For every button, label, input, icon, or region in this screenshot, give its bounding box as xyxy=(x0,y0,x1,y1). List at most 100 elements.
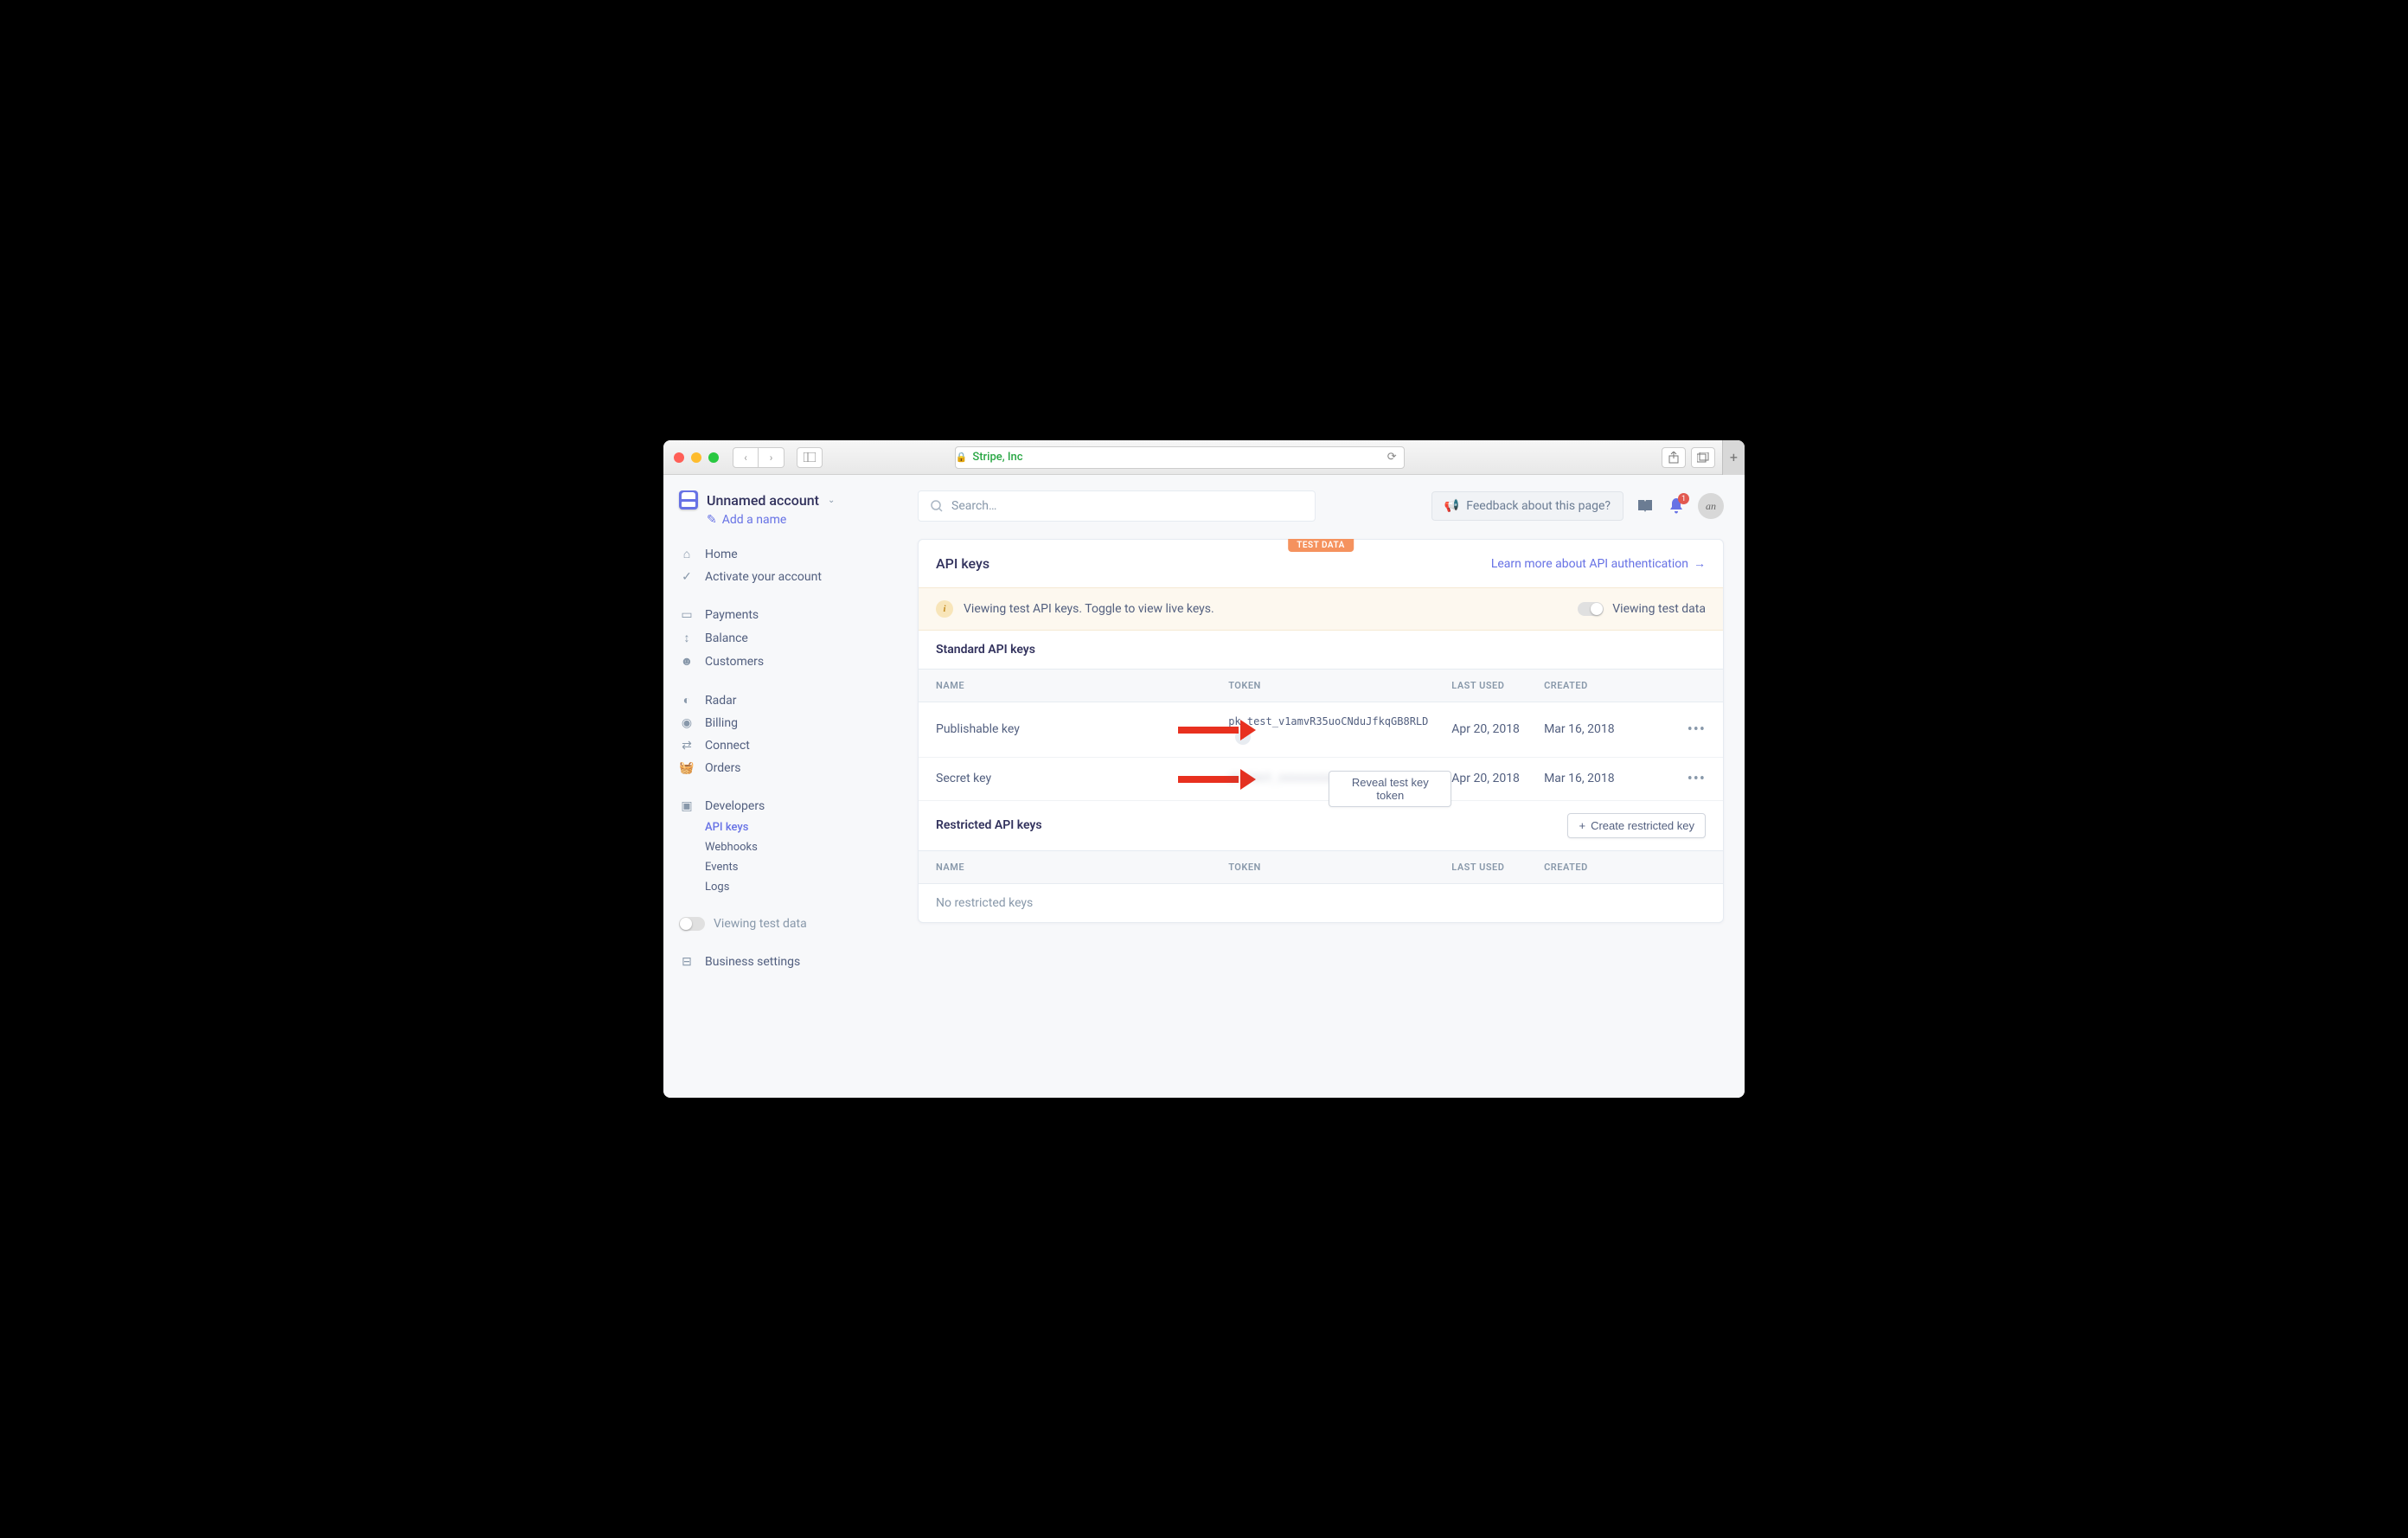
search-icon xyxy=(931,500,943,512)
url-bar[interactable]: 🔒 Stripe, Inc ⟳ xyxy=(955,446,1405,469)
sidebar-item-home[interactable]: ⌂ Home xyxy=(679,542,881,566)
add-name-link[interactable]: ✎ Add a name xyxy=(707,513,881,527)
pencil-icon: ✎ xyxy=(707,513,717,527)
sidebar-toggle-button[interactable] xyxy=(797,447,823,468)
sidebar-label: Radar xyxy=(705,694,737,708)
plus-icon: + xyxy=(1579,819,1585,832)
feedback-label: Feedback about this page? xyxy=(1466,499,1611,513)
standard-title: Standard API keys xyxy=(936,643,1035,657)
account-switcher[interactable]: Unnamed account ⌄ xyxy=(679,490,881,509)
arrow-right-icon: → xyxy=(1694,556,1706,571)
created-date: Mar 16, 2018 xyxy=(1544,722,1652,736)
toggle-label: Viewing test data xyxy=(714,917,807,931)
sidebar-item-activate[interactable]: ✓ Activate your account xyxy=(679,566,881,588)
info-text: Viewing test API keys. Toggle to view li… xyxy=(964,602,1567,616)
row-menu-button[interactable]: ••• xyxy=(1688,770,1706,788)
api-keys-panel: TEST DATA API keys Learn more about API … xyxy=(918,539,1724,923)
sidebar-item-logs[interactable]: Logs xyxy=(705,877,881,897)
sidebar-item-webhooks[interactable]: Webhooks xyxy=(705,837,881,857)
url-text: Stripe, Inc xyxy=(972,451,1022,464)
sidebar-label: Balance xyxy=(705,631,748,645)
sidebar-item-balance[interactable]: ↕ Balance xyxy=(679,626,881,650)
megaphone-icon: 📢 xyxy=(1444,499,1459,513)
create-restricted-label: Create restricted key xyxy=(1591,819,1694,832)
sidebar-item-orders[interactable]: 🧺 Orders xyxy=(679,757,881,779)
user-icon: ☻ xyxy=(679,654,695,669)
sidebar-item-api-keys[interactable]: API keys xyxy=(705,817,881,837)
table-header: NAME TOKEN LAST USED CREATED xyxy=(919,851,1723,884)
arrow-annotation xyxy=(1178,723,1256,735)
window-controls xyxy=(674,452,719,463)
forward-button[interactable]: › xyxy=(759,447,785,468)
sidebar-label: Developers xyxy=(705,799,765,813)
lock-icon: 🔒 xyxy=(956,452,968,463)
test-data-toggle[interactable] xyxy=(679,917,705,931)
table-row: Secret key sk_test_xxxxxxxxxxxxxxxxxxxxx… xyxy=(919,758,1723,801)
empty-state: No restricted keys xyxy=(919,884,1723,922)
info-bar: i Viewing test API keys. Toggle to view … xyxy=(919,587,1723,631)
sidebar-item-connect[interactable]: ⇄ Connect xyxy=(679,734,881,757)
back-button[interactable]: ‹ xyxy=(733,447,759,468)
chevron-down-icon: ⌄ xyxy=(828,496,835,505)
sidebar-label: Customers xyxy=(705,655,764,669)
new-tab-button[interactable]: + xyxy=(1722,440,1745,475)
sidebar-label: Events xyxy=(705,861,738,874)
home-icon: ⌂ xyxy=(679,547,695,561)
restricted-keys-header: Restricted API keys + Create restricted … xyxy=(919,801,1723,851)
sidebar-item-customers[interactable]: ☻ Customers xyxy=(679,650,881,673)
search-placeholder: Search… xyxy=(951,499,996,513)
col-name: NAME xyxy=(936,680,1228,691)
learn-more-label: Learn more about API authentication xyxy=(1491,557,1688,571)
last-used: Apr 20, 2018 xyxy=(1451,722,1544,736)
check-icon: ✓ xyxy=(679,570,695,584)
avatar[interactable]: an xyxy=(1698,493,1724,519)
browser-window: ‹ › 🔒 Stripe, Inc ⟳ + Unnamed account ⌄ xyxy=(663,440,1745,1098)
sidebar-item-business-settings[interactable]: ⊟ Business settings xyxy=(679,951,881,973)
feedback-button[interactable]: 📢 Feedback about this page? xyxy=(1431,491,1623,521)
standard-keys-header: Standard API keys xyxy=(919,631,1723,670)
docs-icon[interactable] xyxy=(1636,497,1655,516)
sidebar-item-developers[interactable]: ▣ Developers xyxy=(679,795,881,817)
sidebar-label: Orders xyxy=(705,761,741,775)
search-input[interactable]: Search… xyxy=(918,490,1316,522)
avatar-initials: an xyxy=(1706,500,1716,513)
col-last-used: LAST USED xyxy=(1451,680,1544,691)
tabs-button[interactable] xyxy=(1691,447,1715,468)
info-toggle: Viewing test data xyxy=(1578,602,1706,616)
sidebar-item-billing[interactable]: ◉ Billing xyxy=(679,712,881,734)
token-value[interactable]: pk_test_v1amvR35uoCNduJfkqGB8RLD xyxy=(1228,715,1428,727)
sidebar: Unnamed account ⌄ ✎ Add a name ⌂ Home ✓ … xyxy=(663,475,897,1098)
col-created: CREATED xyxy=(1544,680,1652,691)
content: Unnamed account ⌄ ✎ Add a name ⌂ Home ✓ … xyxy=(663,475,1745,1098)
notif-badge: 1 xyxy=(1678,493,1689,504)
row-menu-button[interactable]: ••• xyxy=(1688,721,1706,739)
reload-button[interactable]: ⟳ xyxy=(1387,451,1397,464)
maximize-window-button[interactable] xyxy=(708,452,719,463)
created-date: Mar 16, 2018 xyxy=(1544,772,1652,785)
notifications-icon[interactable]: 1 xyxy=(1667,497,1686,516)
close-window-button[interactable] xyxy=(674,452,684,463)
cart-icon: 🧺 xyxy=(679,761,695,775)
test-data-toggle-row: Viewing test data xyxy=(679,913,881,935)
reveal-key-button[interactable]: Reveal test key token xyxy=(1329,771,1451,807)
page-title: API keys xyxy=(936,555,989,572)
nav-buttons: ‹ › xyxy=(733,447,785,468)
sidebar-item-payments[interactable]: ▭ Payments xyxy=(679,604,881,626)
info-icon: i xyxy=(936,600,953,618)
create-restricted-key-button[interactable]: + Create restricted key xyxy=(1567,813,1706,838)
sidebar-label: Logs xyxy=(705,881,729,894)
table-row: Publishable key pk_test_v1amvR35uoCNduJf… xyxy=(919,702,1723,758)
sidebar-item-events[interactable]: Events xyxy=(705,857,881,877)
last-used: Apr 20, 2018 xyxy=(1451,772,1544,785)
account-logo-icon xyxy=(679,490,698,509)
share-button[interactable] xyxy=(1662,447,1686,468)
minimize-window-button[interactable] xyxy=(691,452,701,463)
sidebar-item-radar[interactable]: ◐ Radar xyxy=(679,689,881,712)
sidebar-label: Billing xyxy=(705,716,738,730)
live-test-toggle[interactable] xyxy=(1578,602,1604,616)
col-token: TOKEN xyxy=(1228,862,1451,873)
radar-icon: ◐ xyxy=(679,693,695,708)
learn-more-link[interactable]: Learn more about API authentication → xyxy=(1491,556,1706,571)
col-token: TOKEN xyxy=(1228,680,1451,691)
info-toggle-label: Viewing test data xyxy=(1612,602,1706,616)
